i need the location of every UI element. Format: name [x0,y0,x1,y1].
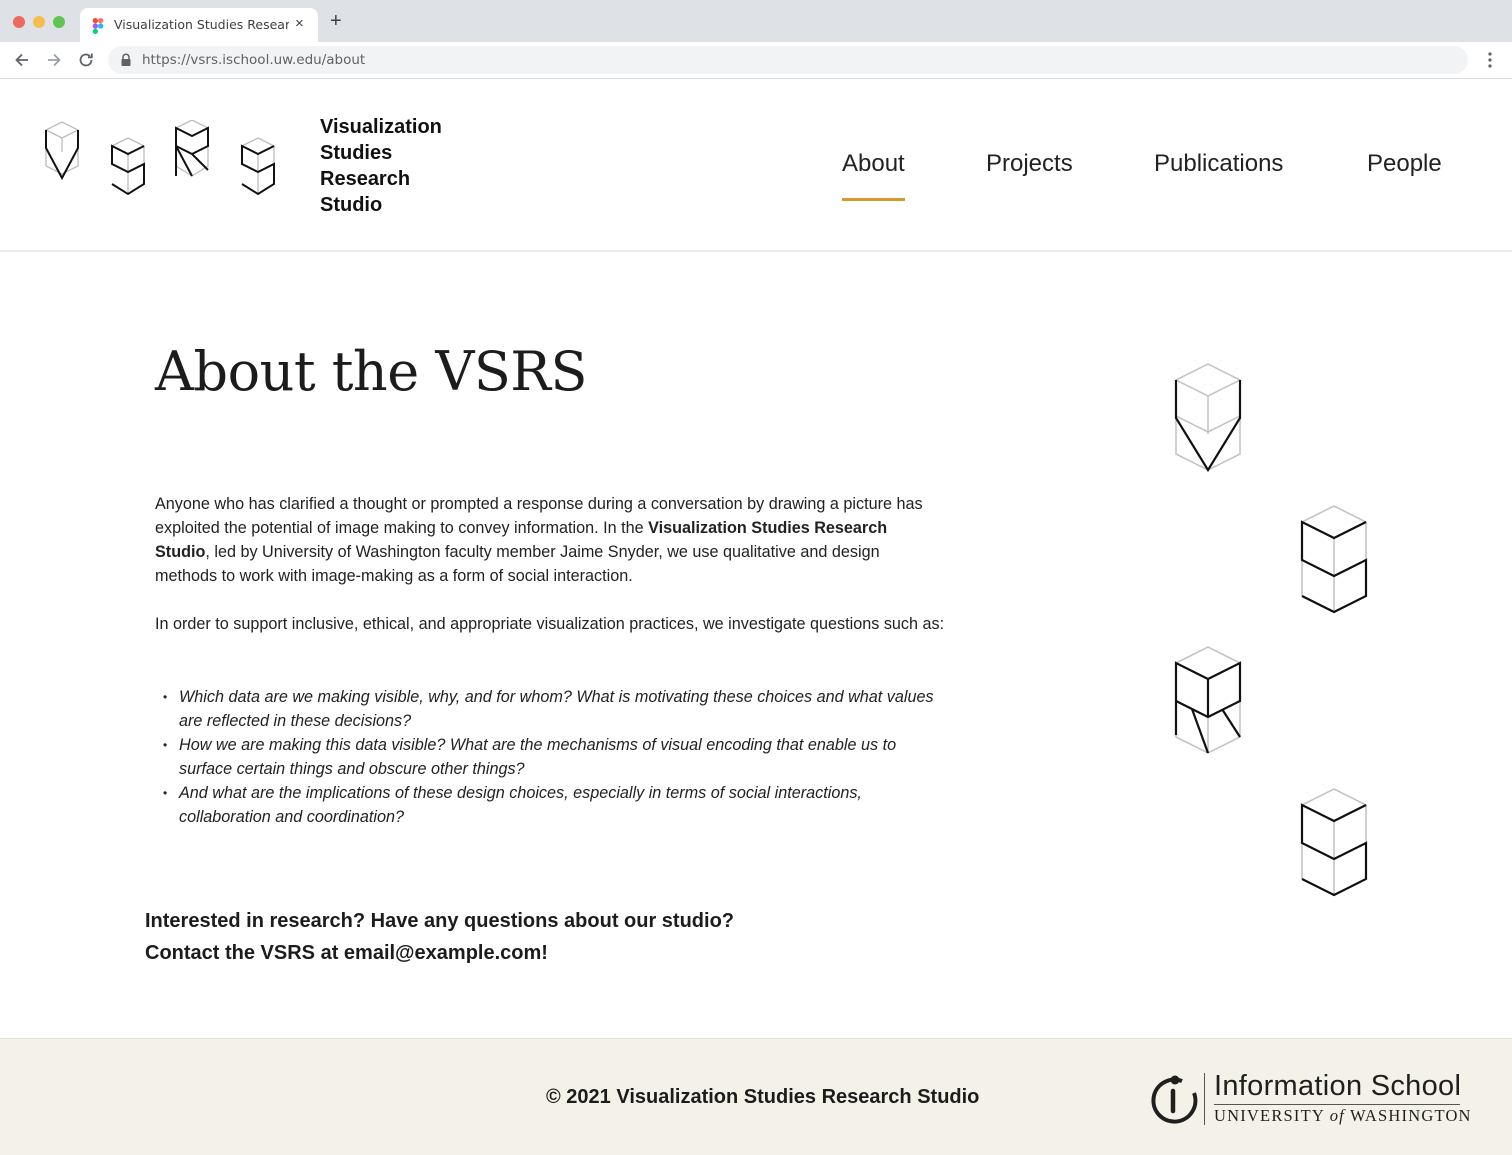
window-maximize-button[interactable] [53,16,65,28]
questions-intro: In order to support inclusive, ethical, … [155,615,945,633]
nav-projects[interactable]: Projects [986,150,1073,178]
university-name: UNIVERSITY of WASHINGTON [1214,1106,1472,1126]
forward-arrow-icon[interactable] [44,50,64,70]
copyright-text: © 2021 Visualization Studies Research St… [546,1086,980,1108]
s-cube-illustration-icon [1300,788,1368,897]
list-item: Which data are we making visible, why, a… [163,685,943,733]
list-item: How we are making this data visible? Wha… [163,733,943,781]
reload-icon[interactable] [76,50,96,70]
back-arrow-icon[interactable] [12,50,32,70]
nav-publications[interactable]: Publications [1154,150,1283,178]
logo-line: Research [320,168,411,190]
ischool-i-icon [1151,1075,1198,1124]
tab-close-icon[interactable]: × [295,15,304,32]
browser-menu-icon[interactable] [1482,50,1498,70]
site-logo-text[interactable]: Visualization Studies Research Studio [320,114,442,218]
site-header: Visualization Studies Research Studio Ab… [0,80,1512,252]
questions-list: Which data are we making visible, why, a… [163,685,943,829]
contact-question: Interested in research? Have any questio… [145,910,735,932]
lock-icon [121,53,131,66]
logo-line: Visualization [320,116,442,138]
logo-line: Studio [320,194,383,216]
contact-email-line[interactable]: Contact the VSRS at email@example.com! [145,942,548,965]
university-word: UNIVERSITY [1214,1106,1325,1125]
figma-favicon-icon [92,18,104,34]
washington-word: WASHINGTON [1349,1106,1472,1125]
page-title: About the VSRS [155,340,587,403]
nav-about[interactable]: About [842,150,905,201]
logo-divider [1204,1073,1205,1125]
vsrs-logo-icon[interactable] [40,120,290,200]
browser-tab-active[interactable]: Visualization Studies Research Studio × [80,8,318,42]
new-tab-button[interactable]: + [330,11,342,31]
ischool-logo[interactable]: Information School UNIVERSITY of WASHING… [1148,1069,1470,1129]
browser-tabstrip: Visualization Studies Research Studio × … [0,0,1512,42]
nav-people[interactable]: People [1367,150,1442,178]
r-cube-illustration-icon [1174,646,1242,754]
logo-rule [1214,1104,1460,1105]
window-close-button[interactable] [13,16,25,28]
address-bar[interactable]: https://vsrs.ischool.uw.edu/about [108,46,1468,74]
site-footer: © 2021 Visualization Studies Research St… [0,1038,1512,1155]
university-of: of [1329,1106,1345,1125]
v-cube-illustration-icon [1174,363,1242,473]
browser-toolbar: https://vsrs.ischool.uw.edu/about [0,42,1512,79]
tab-title: Visualization Studies Research Studio [114,17,289,32]
intro-paragraph: Anyone who has clarified a thought or pr… [155,492,945,588]
window-minimize-button[interactable] [33,16,45,28]
url-text[interactable]: https://vsrs.ischool.uw.edu/about [142,52,365,68]
list-item: And what are the implications of these d… [163,781,943,829]
intro-text-continued: , led by University of Washington facult… [155,543,880,585]
s-cube-illustration-icon [1300,505,1368,614]
ischool-name: Information School [1214,1070,1462,1102]
logo-line: Studies [320,142,393,164]
